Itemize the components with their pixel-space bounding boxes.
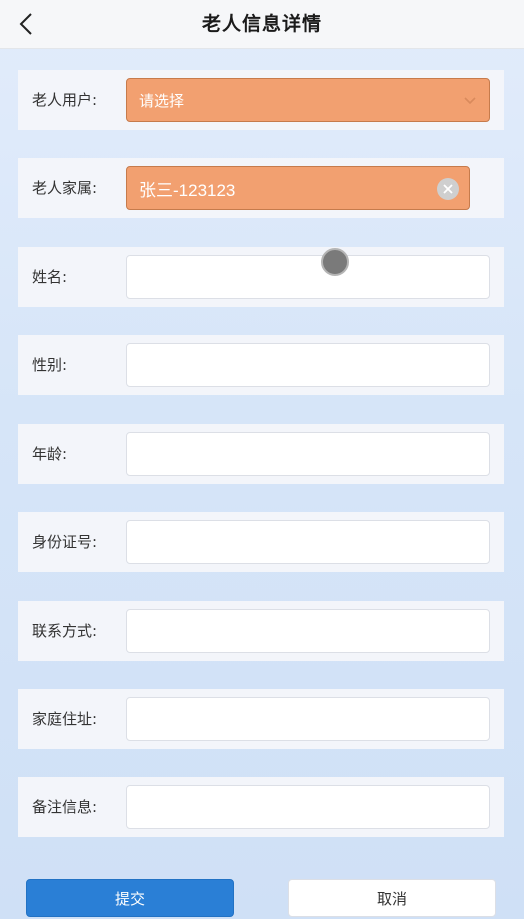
- age-label: 年龄:: [32, 445, 68, 463]
- clear-button[interactable]: [437, 178, 459, 200]
- form-row-contact: 联系方式:: [18, 601, 504, 661]
- clear-icon: [443, 184, 453, 194]
- age-input[interactable]: [126, 432, 490, 476]
- form-row-remarks: 备注信息:: [18, 777, 504, 837]
- header-bar: 老人信息详情: [0, 0, 524, 49]
- name-input[interactable]: [126, 255, 490, 299]
- elder-user-label: 老人用户:: [32, 91, 98, 109]
- form-row-id-number: 身份证号:: [18, 512, 504, 572]
- address-label: 家庭住址:: [32, 710, 98, 728]
- touch-cursor-indicator: [321, 248, 349, 276]
- family-value: 张三-123123: [139, 180, 236, 200]
- id-number-input[interactable]: [126, 520, 490, 564]
- submit-button[interactable]: 提交: [26, 879, 234, 917]
- family-input[interactable]: 张三-123123: [126, 166, 470, 210]
- form-row-gender: 性别:: [18, 335, 504, 395]
- contact-input[interactable]: [126, 609, 490, 653]
- remarks-input[interactable]: [126, 785, 490, 829]
- name-label: 姓名:: [32, 268, 68, 286]
- gender-input[interactable]: [126, 343, 490, 387]
- family-label: 老人家属:: [32, 179, 98, 197]
- gender-label: 性别:: [32, 356, 68, 374]
- form-row-name: 姓名:: [18, 247, 504, 307]
- address-input[interactable]: [126, 697, 490, 741]
- chevron-down-icon: [464, 97, 476, 105]
- cancel-button[interactable]: 取消: [288, 879, 496, 917]
- form-row-family: 老人家属: 张三-123123: [18, 158, 504, 218]
- elder-user-select[interactable]: 请选择: [126, 78, 490, 122]
- page-title: 老人信息详情: [201, 13, 322, 35]
- form-row-address: 家庭住址:: [18, 689, 504, 749]
- elder-user-placeholder: 请选择: [139, 91, 185, 110]
- remarks-label: 备注信息:: [32, 798, 98, 816]
- id-number-label: 身份证号:: [32, 533, 98, 551]
- form-row-age: 年龄:: [18, 424, 504, 484]
- contact-label: 联系方式:: [32, 622, 98, 640]
- form-row-elder-user: 老人用户: 请选择: [18, 70, 504, 130]
